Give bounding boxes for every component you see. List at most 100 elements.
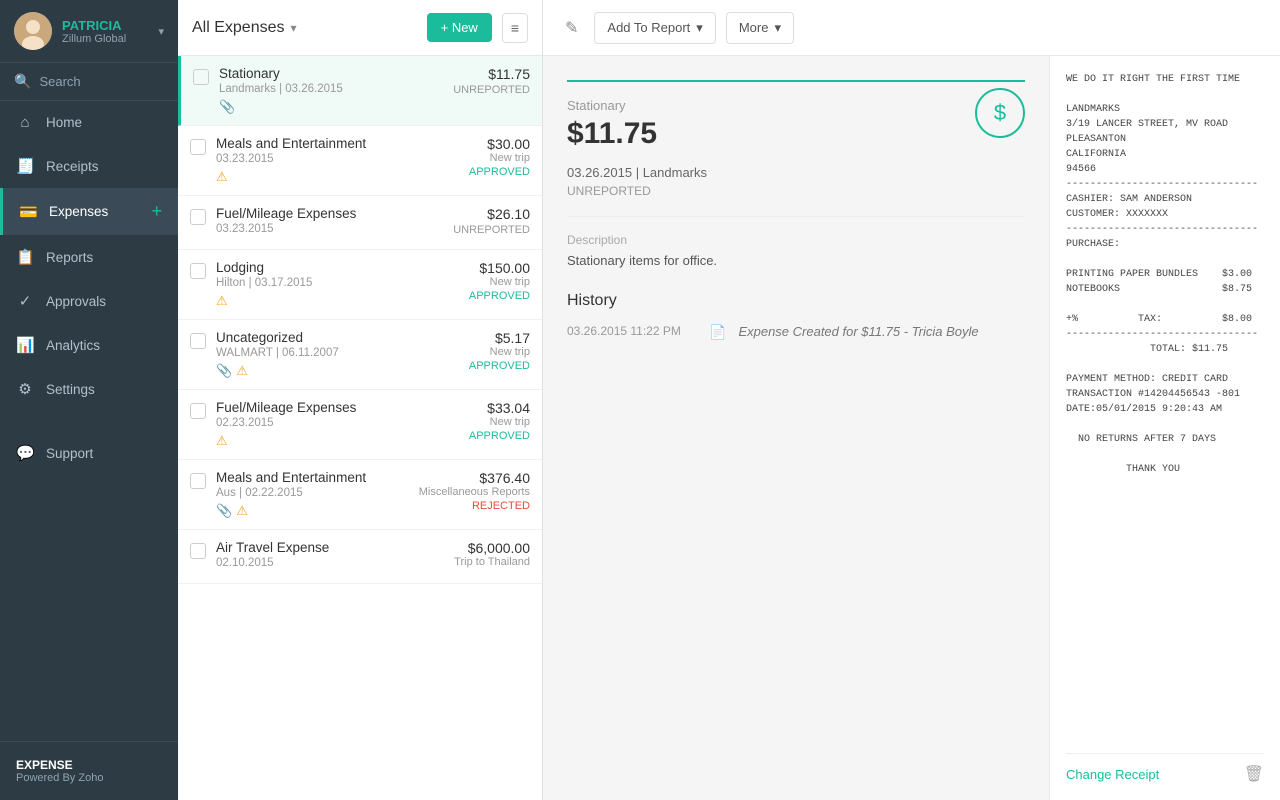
expense-checkbox[interactable]: [190, 209, 206, 225]
expense-icons: ⚠: [216, 293, 450, 309]
expense-sub: Aus | 02.22.2015: [216, 487, 419, 499]
expense-right: $376.40 Miscellaneous Reports REJECTED: [419, 470, 530, 519]
expense-right: $33.04 New trip APPROVED: [450, 400, 530, 449]
expense-name: Fuel/Mileage Expenses: [216, 400, 450, 415]
detail-toolbar: ✎ Add To Report ▾ More ▾: [543, 0, 1280, 56]
sidebar-item-home[interactable]: ⌂ Home: [0, 101, 178, 144]
search-input[interactable]: [39, 74, 164, 89]
expense-icons: ⚠: [216, 433, 450, 449]
expense-status-badge: APPROVED: [450, 430, 530, 442]
attachment-icon: 📎: [216, 503, 232, 519]
expense-sub: Landmarks | 03.26.2015: [219, 83, 450, 95]
edit-button[interactable]: ✎: [559, 12, 584, 44]
detail-divider: [567, 216, 1025, 217]
support-icon: 💬: [16, 444, 34, 462]
history-section: History 03.26.2015 11:22 PM 📄 Expense Cr…: [567, 292, 1025, 341]
expense-amount: $11.75: [450, 66, 530, 82]
expense-right: $5.17 New trip APPROVED: [450, 330, 530, 379]
expense-list-item[interactable]: Stationary Landmarks | 03.26.2015 📎 $11.…: [178, 56, 542, 126]
expense-list-item[interactable]: Lodging Hilton | 03.17.2015 ⚠ $150.00 Ne…: [178, 250, 542, 320]
dollar-icon: $: [975, 88, 1025, 138]
expense-name: Meals and Entertainment: [216, 470, 419, 485]
add-to-report-button[interactable]: Add To Report ▾: [594, 12, 715, 44]
expense-list-item[interactable]: Air Travel Expense 02.10.2015 $6,000.00 …: [178, 530, 542, 584]
analytics-icon: 📊: [16, 336, 34, 354]
expense-checkbox[interactable]: [190, 543, 206, 559]
history-description: Expense Created for $11.75 - Tricia Boyl…: [738, 324, 978, 339]
expense-list-item[interactable]: Fuel/Mileage Expenses 03.23.2015 $26.10 …: [178, 196, 542, 250]
detail-header-line: [567, 80, 1025, 82]
sidebar-item-settings[interactable]: ⚙ Settings: [0, 367, 178, 411]
detail-amount: $11.75: [567, 117, 657, 151]
sidebar-item-approvals[interactable]: ✓ Approvals: [0, 279, 178, 323]
expense-right: $150.00 New trip APPROVED: [450, 260, 530, 309]
expense-status-badge: UNREPORTED: [450, 84, 530, 96]
expense-checkbox[interactable]: [190, 473, 206, 489]
receipts-icon: 🧾: [16, 157, 34, 175]
delete-receipt-button[interactable]: 🗑: [1244, 764, 1264, 784]
expense-sub: 03.23.2015: [216, 223, 450, 235]
sidebar-item-label: Settings: [46, 382, 95, 397]
expense-detail-panel: ✎ Add To Report ▾ More ▾ Stationary $11.…: [543, 0, 1280, 800]
receipt-text: WE DO IT RIGHT THE FIRST TIME LANDMARKS …: [1066, 72, 1264, 739]
expense-right: $11.75 UNREPORTED: [450, 66, 530, 115]
expense-details: Meals and Entertainment 03.23.2015 ⚠: [216, 136, 450, 185]
new-expense-button[interactable]: + New: [427, 13, 492, 42]
sidebar-item-reports[interactable]: 📋 Reports: [0, 235, 178, 279]
expense-checkbox[interactable]: [190, 263, 206, 279]
chevron-down-icon: ▾: [158, 25, 164, 38]
avatar: [14, 12, 52, 50]
more-label: More: [739, 20, 769, 35]
expense-amount: $33.04: [450, 400, 530, 416]
history-list: 03.26.2015 11:22 PM 📄 Expense Created fo…: [567, 324, 1025, 341]
more-dropdown-icon: ▾: [774, 20, 781, 36]
change-receipt-button[interactable]: Change Receipt: [1066, 767, 1159, 782]
sidebar-item-expenses[interactable]: 💳 Expenses +: [0, 188, 178, 235]
search-bar: 🔍: [0, 63, 178, 101]
expense-amount: $30.00: [450, 136, 530, 152]
sidebar-item-receipts[interactable]: 🧾 Receipts: [0, 144, 178, 188]
warning-icon: ⚠: [236, 363, 248, 379]
expense-checkbox[interactable]: [190, 403, 206, 419]
attachment-icon: 📎: [219, 99, 235, 115]
description-label: Description: [567, 233, 1025, 247]
expense-right: $6,000.00 Trip to Thailand: [450, 540, 530, 573]
add-to-report-label: Add To Report: [607, 20, 690, 35]
title-dropdown-icon[interactable]: ▾: [291, 21, 297, 35]
more-button[interactable]: More ▾: [726, 12, 794, 44]
expense-list-item[interactable]: Meals and Entertainment Aus | 02.22.2015…: [178, 460, 542, 530]
search-icon: 🔍: [14, 73, 31, 90]
sidebar-item-label: Home: [46, 115, 82, 130]
home-icon: ⌂: [16, 114, 34, 131]
expense-name: Meals and Entertainment: [216, 136, 450, 151]
expense-checkbox[interactable]: [190, 333, 206, 349]
expenses-icon: 💳: [19, 203, 37, 221]
receipt-actions: Change Receipt 🗑: [1066, 753, 1264, 784]
warning-icon: ⚠: [216, 433, 228, 449]
reports-icon: 📋: [16, 248, 34, 266]
expense-sub: 03.23.2015: [216, 153, 450, 165]
expense-list-item[interactable]: Uncategorized WALMART | 06.11.2007 📎⚠ $5…: [178, 320, 542, 390]
expense-checkbox[interactable]: [193, 69, 209, 85]
add-expense-icon[interactable]: +: [151, 201, 162, 222]
detail-category: Stationary: [567, 98, 657, 113]
expense-list-header: All Expenses ▾ + New ≡: [178, 0, 542, 56]
expense-list-item[interactable]: Fuel/Mileage Expenses 02.23.2015 ⚠ $33.0…: [178, 390, 542, 460]
sidebar-item-support[interactable]: 💬 Support: [0, 431, 178, 475]
approvals-icon: ✓: [16, 292, 34, 310]
expense-list-item[interactable]: Meals and Entertainment 03.23.2015 ⚠ $30…: [178, 126, 542, 196]
warning-icon: ⚠: [236, 503, 248, 519]
expense-amount: $5.17: [450, 330, 530, 346]
expense-icons: ⚠: [216, 169, 450, 185]
expense-sub: 02.10.2015: [216, 557, 450, 569]
hamburger-menu-button[interactable]: ≡: [502, 13, 528, 43]
expense-status-badge: REJECTED: [419, 500, 530, 512]
expense-details: Air Travel Expense 02.10.2015: [216, 540, 450, 573]
expense-amount: $150.00: [450, 260, 530, 276]
expense-list-title: All Expenses: [192, 19, 285, 37]
sidebar-item-analytics[interactable]: 📊 Analytics: [0, 323, 178, 367]
user-section[interactable]: PATRICIA Zillum Global ▾: [0, 0, 178, 63]
history-item: 03.26.2015 11:22 PM 📄 Expense Created fo…: [567, 324, 1025, 341]
expense-checkbox[interactable]: [190, 139, 206, 155]
support-nav-item[interactable]: 💬 Support: [0, 431, 178, 475]
